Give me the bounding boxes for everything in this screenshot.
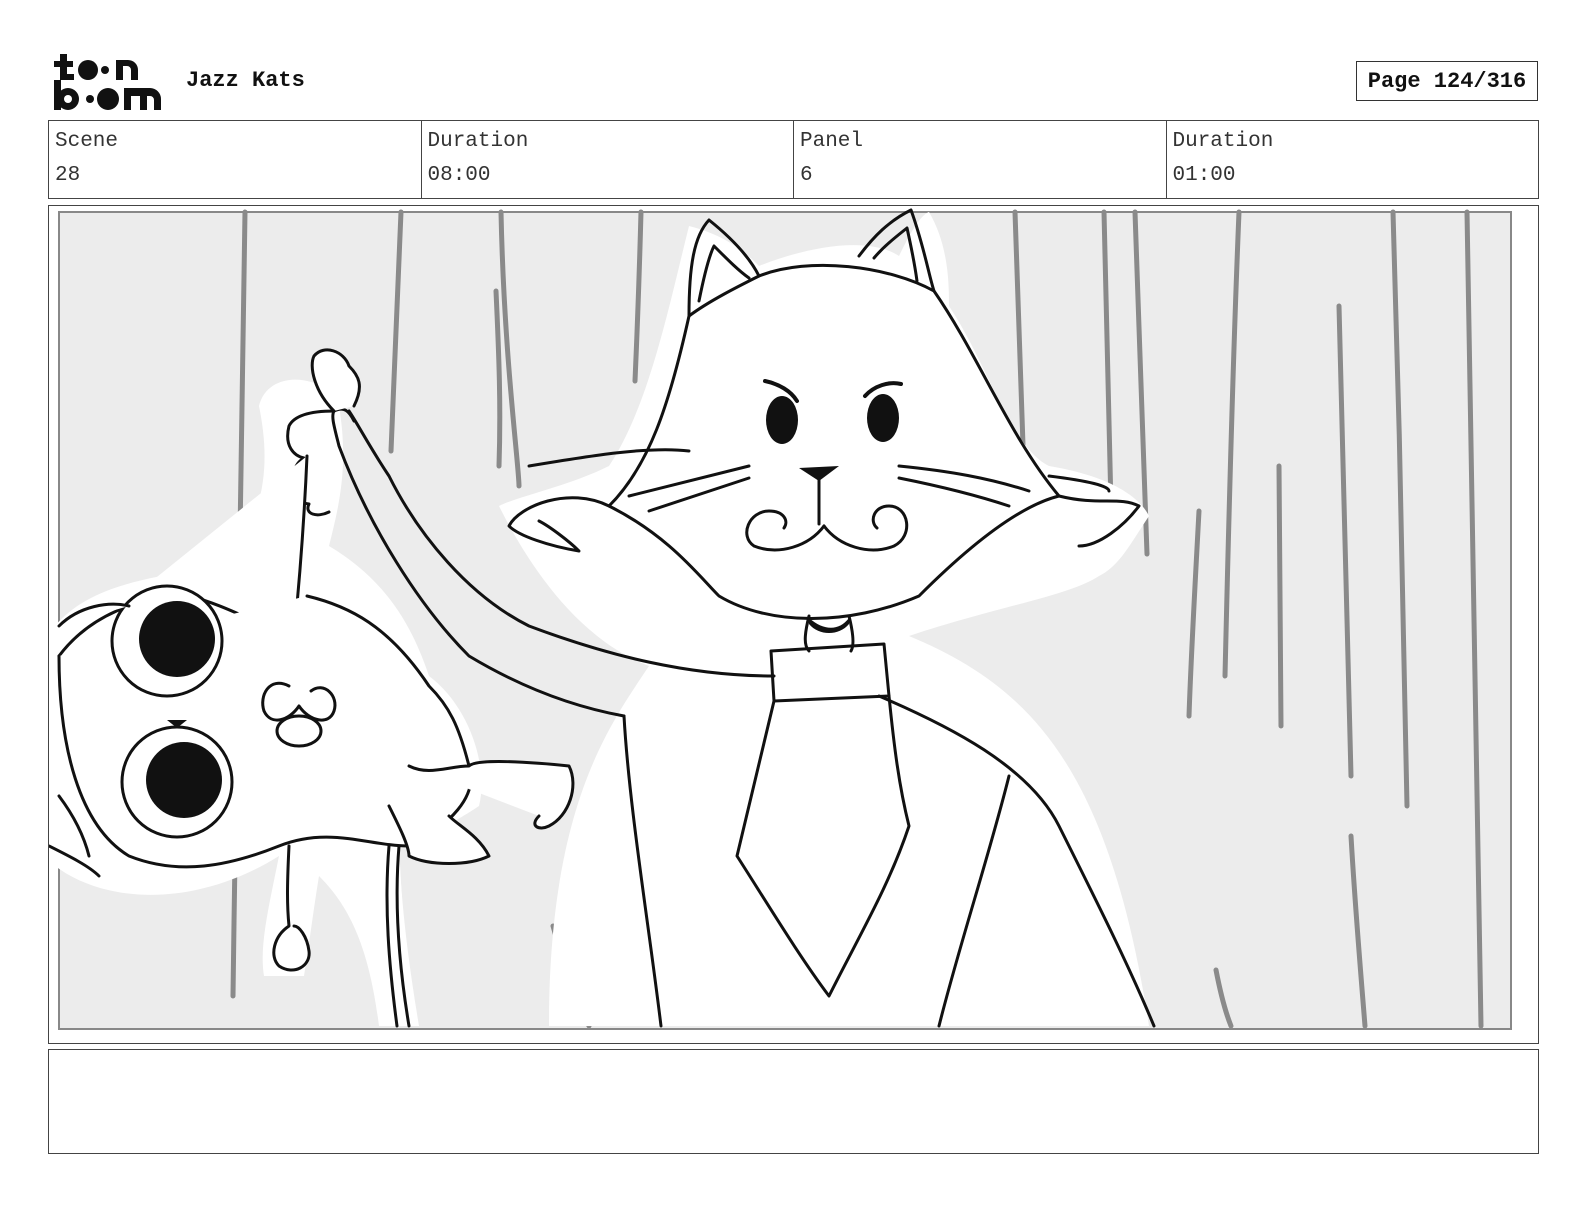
panel-duration-value: 01:00 bbox=[1172, 164, 1236, 187]
panel-cell: Panel 6 bbox=[794, 121, 1167, 198]
page-number: 124/316 bbox=[1433, 68, 1527, 94]
page-label: Page bbox=[1367, 68, 1421, 94]
panel-duration-label: Duration bbox=[1172, 130, 1274, 153]
scene-value: 28 bbox=[55, 164, 81, 187]
scene-label: Scene bbox=[55, 130, 119, 153]
storyboard-panel bbox=[48, 205, 1539, 1044]
scene-info-table: Scene 28 Duration 08:00 Panel 6 Duration… bbox=[48, 120, 1539, 199]
project-title: Jazz Kats bbox=[186, 68, 305, 93]
panel-label: Panel bbox=[800, 130, 864, 153]
panel-sketch bbox=[49, 208, 1512, 1030]
toon-boom-logo bbox=[50, 50, 166, 114]
scene-cell: Scene 28 bbox=[49, 121, 422, 198]
scene-duration-value: 08:00 bbox=[427, 164, 491, 187]
page-indicator: Page 124/316 bbox=[1356, 61, 1538, 101]
panel-notes bbox=[48, 1049, 1539, 1154]
panel-duration-cell: Duration 01:00 bbox=[1167, 121, 1539, 198]
panel-value: 6 bbox=[800, 164, 813, 187]
scene-duration-cell: Duration 08:00 bbox=[422, 121, 794, 198]
scene-duration-label: Duration bbox=[427, 130, 529, 153]
